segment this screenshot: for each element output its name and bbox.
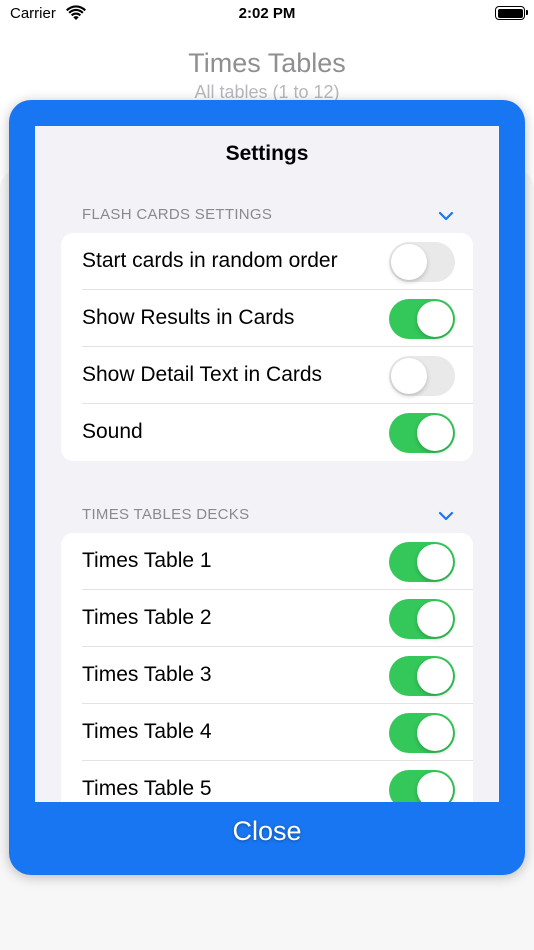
toggle-times-table-3[interactable] [389,656,455,696]
setting-row-random-order: Start cards in random order [61,233,473,290]
deck-label: Times Table 4 [82,720,212,743]
toggle-times-table-2[interactable] [389,599,455,639]
setting-row-show-detail: Show Detail Text in Cards [61,347,473,404]
toggle-random-order[interactable] [389,242,455,282]
deck-label: Times Table 1 [82,549,212,572]
deck-label: Times Table 3 [82,663,212,686]
toggle-show-detail[interactable] [389,356,455,396]
section-header-decks: TIMES TABLES DECKS [82,506,250,523]
deck-row-3: Times Table 3 [61,647,473,704]
settings-modal: Settings FLASH CARDS SETTINGS Start card… [9,100,525,875]
toggle-times-table-4[interactable] [389,713,455,753]
status-bar: Carrier 2:02 PM [0,0,534,30]
status-time: 2:02 PM [238,5,296,22]
flash-cards-group: Start cards in random order Show Results… [61,233,473,461]
deck-row-1: Times Table 1 [61,533,473,590]
toggle-show-results[interactable] [389,299,455,339]
settings-title: Settings [225,142,309,165]
settings-panel[interactable]: Settings FLASH CARDS SETTINGS Start card… [35,126,499,802]
close-button[interactable]: Close [9,816,525,847]
page-title: Times Tables [188,48,346,78]
deck-row-5: Times Table 5 [61,761,473,802]
toggle-times-table-5[interactable] [389,770,455,802]
battery-icon [495,6,528,20]
setting-row-show-results: Show Results in Cards [61,290,473,347]
section-header-flash-cards: FLASH CARDS SETTINGS [82,206,273,223]
deck-row-4: Times Table 4 [61,704,473,761]
setting-label: Show Detail Text in Cards [82,363,323,386]
toggle-times-table-1[interactable] [389,542,455,582]
deck-label: Times Table 2 [82,606,212,629]
chevron-down-icon[interactable] [437,510,455,522]
setting-label: Sound [82,420,143,443]
deck-label: Times Table 5 [82,777,212,800]
deck-row-2: Times Table 2 [61,590,473,647]
chevron-down-icon[interactable] [437,210,455,222]
setting-label: Show Results in Cards [82,306,295,329]
setting-label: Start cards in random order [82,249,338,272]
decks-group: Times Table 1 Times Table 2 Times Table … [61,533,473,802]
setting-row-sound: Sound [61,404,473,461]
toggle-sound[interactable] [389,413,455,453]
